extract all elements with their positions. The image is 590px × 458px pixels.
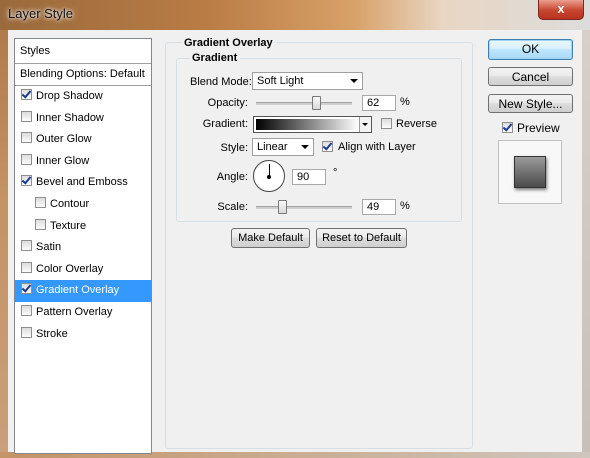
style-checkbox[interactable]: [21, 240, 32, 252]
style-item-label: Outer Glow: [36, 133, 92, 146]
opacity-slider[interactable]: [256, 102, 352, 105]
style-item-contour[interactable]: Contour: [15, 194, 151, 216]
chevron-down-icon: [350, 79, 358, 83]
close-button[interactable]: x: [538, 0, 584, 20]
angle-center-dot: [267, 175, 271, 179]
window-title: Layer Style: [8, 6, 74, 21]
style-item-label: Inner Glow: [36, 154, 90, 167]
scale-input[interactable]: 49: [362, 199, 396, 215]
styles-header[interactable]: Styles: [15, 39, 151, 64]
style-label: Style:: [220, 142, 248, 154]
style-item-stroke[interactable]: Stroke: [15, 324, 151, 346]
style-checkbox[interactable]: [35, 218, 46, 230]
style-item-inner-shadow[interactable]: Inner Shadow: [15, 108, 151, 130]
style-checkbox[interactable]: [21, 132, 32, 144]
style-item-pattern-overlay[interactable]: Pattern Overlay: [15, 302, 151, 324]
style-item-drop-shadow[interactable]: Drop Shadow: [15, 86, 151, 108]
scale-slider-thumb[interactable]: [278, 200, 288, 214]
style-item-texture[interactable]: Texture: [15, 216, 151, 238]
gradient-overlay-title: Gradient Overlay: [181, 37, 276, 49]
style-item-label: Gradient Overlay: [36, 284, 120, 297]
style-checkbox[interactable]: [21, 175, 32, 187]
style-select[interactable]: Linear: [252, 138, 314, 156]
gradient-picker[interactable]: [253, 116, 372, 133]
style-checkbox[interactable]: [21, 304, 32, 316]
style-item-label: Bevel and Emboss: [36, 176, 128, 189]
style-item-bevel-and-emboss[interactable]: Bevel and Emboss: [15, 172, 151, 194]
ok-button[interactable]: OK: [488, 39, 573, 60]
style-items: Drop Shadow Inner Shadow Outer Glow Inner G…: [15, 86, 151, 345]
style-checkbox[interactable]: [21, 110, 32, 122]
scale-label: Scale:: [217, 201, 248, 213]
style-item-label: Pattern Overlay: [36, 305, 113, 318]
style-preview: [498, 140, 562, 204]
preview-checkbox[interactable]: [502, 122, 513, 133]
gradient-group-title: Gradient: [189, 52, 241, 64]
opacity-slider-thumb[interactable]: [311, 96, 321, 110]
align-with-layer-checkbox[interactable]: [322, 141, 333, 152]
blend-mode-value: Soft Light: [257, 75, 304, 87]
reset-to-default-button[interactable]: Reset to Default: [316, 228, 407, 248]
style-checkbox[interactable]: [21, 153, 32, 165]
preview-swatch: [514, 156, 546, 188]
angle-label: Angle:: [216, 171, 248, 183]
opacity-input[interactable]: 62: [362, 95, 396, 111]
gradient-label: Gradient:: [202, 118, 248, 130]
window-frame-right: [582, 30, 590, 458]
style-item-label: Texture: [50, 219, 87, 232]
style-item-label: Drop Shadow: [36, 90, 103, 102]
gradient-preview[interactable]: [256, 119, 359, 130]
angle-dial[interactable]: [253, 160, 285, 192]
style-item-satin[interactable]: Satin: [15, 237, 151, 259]
style-item-label: Contour: [50, 197, 90, 210]
style-checkbox[interactable]: [21, 283, 32, 295]
align-with-layer-label: Align with Layer: [338, 141, 416, 153]
angle-unit: °: [333, 167, 338, 179]
style-item-gradient-overlay[interactable]: Gradient Overlay: [15, 280, 151, 302]
chevron-down-icon: [301, 145, 309, 149]
style-item-label: Stroke: [36, 327, 68, 340]
angle-input[interactable]: 90: [292, 169, 326, 185]
style-checkbox[interactable]: [21, 326, 32, 338]
cancel-button[interactable]: Cancel: [488, 67, 573, 86]
blend-mode-label: Blend Mode:: [190, 76, 252, 88]
scale-unit: %: [400, 200, 410, 212]
new-style-button[interactable]: New Style...: [488, 94, 573, 113]
style-item-outer-glow[interactable]: Outer Glow: [15, 129, 151, 151]
style-item-color-overlay[interactable]: Color Overlay: [15, 259, 151, 281]
opacity-label: Opacity:: [207, 97, 248, 109]
style-item-label: Color Overlay: [36, 262, 104, 275]
scale-slider[interactable]: [256, 206, 352, 209]
style-checkbox[interactable]: [21, 261, 32, 273]
opacity-unit: %: [400, 96, 410, 108]
style-item-label: Inner Shadow: [36, 111, 104, 124]
blending-options-item[interactable]: Blending Options: Default: [15, 64, 151, 86]
style-checkbox[interactable]: [21, 89, 32, 100]
reverse-checkbox[interactable]: [381, 118, 392, 129]
make-default-button[interactable]: Make Default: [231, 228, 310, 248]
window-frame-left: [0, 30, 8, 458]
gradient-dropdown-icon[interactable]: [359, 117, 371, 132]
style-item-label: Satin: [36, 241, 62, 254]
preview-label: Preview: [517, 121, 560, 135]
style-checkbox[interactable]: [35, 196, 46, 208]
style-value: Linear: [257, 141, 288, 153]
blend-mode-select[interactable]: Soft Light: [252, 72, 363, 90]
reverse-label: Reverse: [396, 118, 437, 130]
title-bar: Layer Style x: [0, 0, 590, 30]
style-item-inner-glow[interactable]: Inner Glow: [15, 151, 151, 173]
styles-list: Styles Blending Options: Default Drop Sh…: [14, 38, 152, 454]
